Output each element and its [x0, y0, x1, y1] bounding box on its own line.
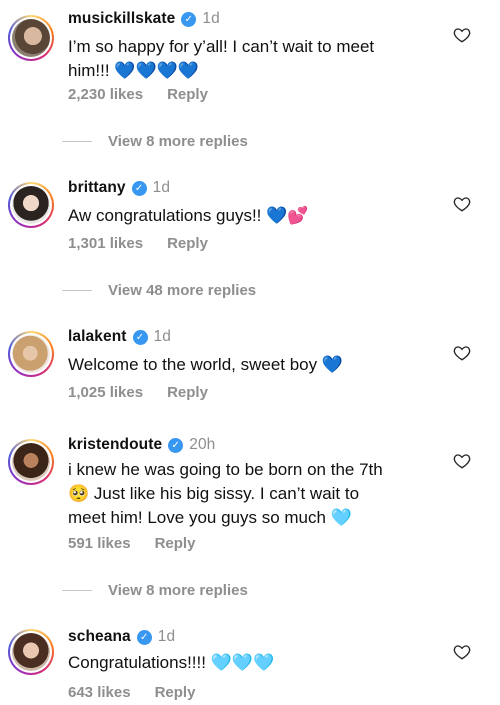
likes-count[interactable]: 2,230 likes	[68, 86, 143, 103]
comment-text: Aw congratulations guys!! 💙💕	[68, 206, 309, 226]
verified-badge-icon: ✓	[131, 180, 147, 196]
username[interactable]: musickillskate	[68, 10, 175, 28]
username[interactable]: scheana	[68, 628, 131, 646]
verified-badge-icon: ✓	[136, 629, 152, 645]
likes-count[interactable]: 591 likes	[68, 535, 131, 552]
timestamp: 20h	[189, 436, 216, 453]
comment-text: Welcome to the world, sweet boy 💙	[68, 355, 344, 375]
comment-text: Congratulations!!!! 🩵🩵🩵	[68, 653, 275, 673]
timestamp: 1d	[157, 628, 176, 645]
view-more-replies[interactable]: View 8 more replies	[62, 582, 248, 599]
heart-outline-icon[interactable]	[453, 344, 471, 362]
likes-count[interactable]: 1,301 likes	[68, 235, 143, 252]
comment-text: I’m so happy for y’all! I can’t wait to …	[68, 37, 375, 81]
reply-button[interactable]: Reply	[167, 235, 208, 252]
username[interactable]: lalakent	[68, 328, 127, 346]
heart-outline-icon[interactable]	[453, 26, 471, 44]
likes-count[interactable]: 643 likes	[68, 684, 131, 701]
avatar[interactable]	[8, 331, 54, 377]
timestamp: 1d	[153, 328, 171, 345]
username[interactable]: kristendoute	[68, 436, 162, 454]
avatar[interactable]	[8, 15, 54, 61]
verified-badge-icon: ✓	[181, 11, 197, 27]
likes-count[interactable]: 1,025 likes	[68, 384, 143, 401]
timestamp: 1d	[202, 10, 220, 27]
reply-button[interactable]: Reply	[167, 86, 208, 103]
avatar[interactable]	[8, 182, 54, 228]
reply-button[interactable]: Reply	[167, 384, 208, 401]
verified-badge-icon: ✓	[132, 329, 148, 345]
heart-outline-icon[interactable]	[453, 452, 471, 470]
timestamp: 1d	[152, 179, 171, 196]
view-more-replies[interactable]: View 48 more replies	[62, 282, 256, 299]
avatar[interactable]	[8, 439, 54, 485]
username[interactable]: brittany	[68, 179, 126, 197]
heart-outline-icon[interactable]	[453, 195, 471, 213]
verified-badge-icon: ✓	[168, 437, 184, 453]
comment-text: i knew he was going to be born on the 7t…	[68, 460, 383, 528]
avatar[interactable]	[8, 629, 54, 675]
reply-button[interactable]: Reply	[155, 535, 196, 552]
heart-outline-icon[interactable]	[453, 643, 471, 661]
view-more-replies[interactable]: View 8 more replies	[62, 133, 248, 150]
reply-button[interactable]: Reply	[155, 684, 196, 701]
